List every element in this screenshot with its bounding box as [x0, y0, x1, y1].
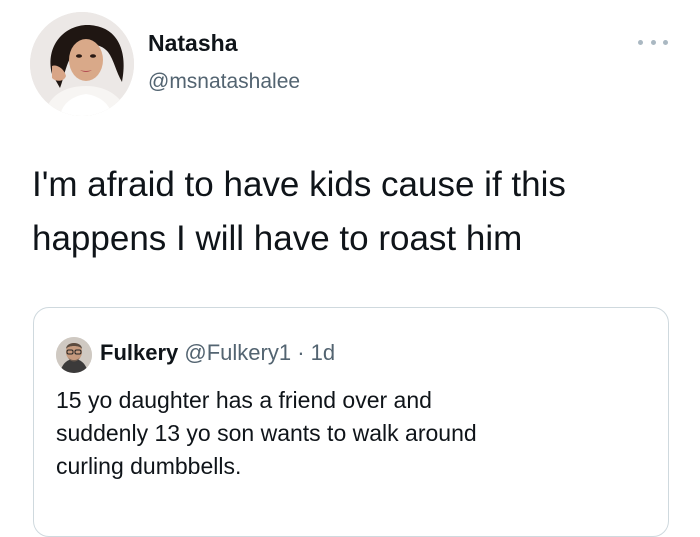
- quoted-tweet[interactable]: Fulkery @Fulkery1 · 1d 15 yo daughter ha…: [33, 307, 669, 537]
- dot: [663, 39, 668, 45]
- quoted-text-line: suddenly 13 yo son wants to walk around: [56, 420, 477, 446]
- tweet: Natasha @msnatashalee I'm afraid to have…: [0, 0, 700, 537]
- quoted-author-avatar[interactable]: [56, 337, 92, 373]
- author-avatar[interactable]: [30, 12, 134, 116]
- quoted-tweet-text: 15 yo daughter has a friend over and sud…: [56, 384, 656, 483]
- quoted-author-handle[interactable]: @Fulkery1: [184, 340, 291, 365]
- dot: [650, 39, 656, 45]
- more-dots-icon[interactable]: [638, 32, 668, 52]
- tweet-text: I'm afraid to have kids cause if this ha…: [32, 158, 682, 266]
- author-handle[interactable]: @msnatashalee: [148, 70, 300, 94]
- tweet-text-line: happens I will have to roast him: [32, 219, 523, 258]
- quoted-tweet-time[interactable]: 1d: [311, 340, 335, 365]
- dot: [638, 39, 643, 45]
- quoted-author-name[interactable]: Fulkery: [100, 340, 178, 365]
- tweet-text-line: I'm afraid to have kids cause if this: [32, 165, 566, 204]
- quoted-text-line: 15 yo daughter has a friend over and: [56, 387, 432, 413]
- separator-dot: ·: [297, 340, 305, 365]
- quoted-text-line: curling dumbbells.: [56, 453, 242, 479]
- quoted-author-header: Fulkery @Fulkery1 · 1d: [100, 340, 335, 366]
- author-name[interactable]: Natasha: [148, 30, 237, 57]
